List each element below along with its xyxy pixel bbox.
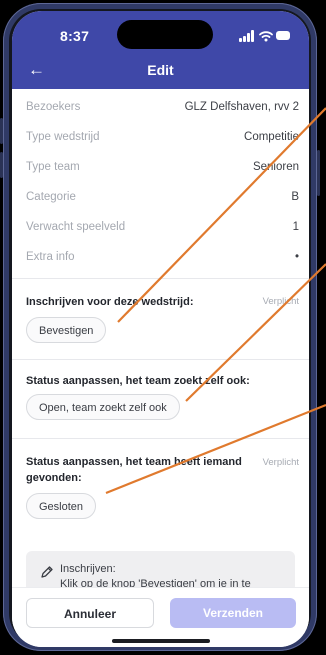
match-details: Bezoekers GLZ Delfshaven, rvv 2 Type wed… — [12, 89, 309, 621]
device-mockup: 8:37 ← Edit Bezoekers GLZ Delfshaven, rv… — [0, 0, 326, 655]
cancel-button[interactable]: Annuleer — [26, 598, 154, 628]
signal-icon — [239, 30, 255, 42]
detail-row: Type team Senioren — [26, 161, 299, 177]
detail-value: • — [294, 251, 299, 263]
status-open-button[interactable]: Open, team zoekt zelf ook — [26, 394, 180, 420]
required-label: Verplicht — [262, 296, 299, 307]
detail-value: B — [291, 191, 299, 203]
divider — [12, 278, 309, 279]
dynamic-island — [117, 20, 213, 49]
submit-button[interactable]: Verzenden — [170, 598, 296, 628]
home-indicator — [112, 639, 210, 643]
confirm-button[interactable]: Bevestigen — [26, 317, 107, 343]
detail-row: Verwacht speelveld 1 — [26, 221, 299, 237]
detail-row: Type wedstrijd Competitie — [26, 131, 299, 147]
pencil-icon — [41, 566, 53, 578]
top-bar: 8:37 ← Edit — [12, 11, 309, 89]
volume-button — [0, 118, 3, 144]
divider — [12, 359, 309, 360]
status-icons — [239, 30, 291, 42]
section-title: Status aanpassen, het team heeft iemand — [26, 456, 242, 468]
battery-icon — [276, 31, 290, 40]
action-footer: Annuleer Verzenden — [12, 587, 309, 647]
wifi-icon — [259, 31, 273, 42]
detail-row: Extra info • — [26, 251, 299, 267]
page-title: Edit — [147, 62, 174, 78]
detail-value: Competitie — [244, 131, 299, 143]
detail-row: Bezoekers GLZ Delfshaven, rvv 2 — [26, 101, 299, 117]
detail-label: Type team — [26, 161, 80, 173]
power-button — [317, 150, 320, 196]
section-title-line2: gevonden: — [26, 472, 82, 484]
detail-label: Extra info — [26, 251, 75, 263]
status-time: 8:37 — [60, 28, 90, 44]
app-screen: 8:37 ← Edit Bezoekers GLZ Delfshaven, rv… — [12, 11, 309, 647]
detail-value: 1 — [292, 221, 299, 233]
info-title: Inschrijven: — [60, 563, 116, 575]
detail-label: Categorie — [26, 191, 76, 203]
status-closed-button[interactable]: Gesloten — [26, 493, 97, 519]
required-label: Verplicht — [262, 457, 299, 468]
volume-button — [0, 152, 3, 178]
detail-value: Senioren — [252, 161, 299, 173]
detail-value: GLZ Delfshaven, rvv 2 — [184, 101, 299, 113]
detail-label: Bezoekers — [26, 101, 81, 113]
detail-row: Categorie B — [26, 191, 299, 207]
detail-label: Verwacht speelveld — [26, 221, 126, 233]
section-title: Status aanpassen, het team zoekt zelf oo… — [26, 375, 250, 387]
section-title: Inschrijven voor deze wedstrijd: — [26, 296, 194, 308]
detail-label: Type wedstrijd — [26, 131, 100, 143]
divider — [12, 438, 309, 439]
